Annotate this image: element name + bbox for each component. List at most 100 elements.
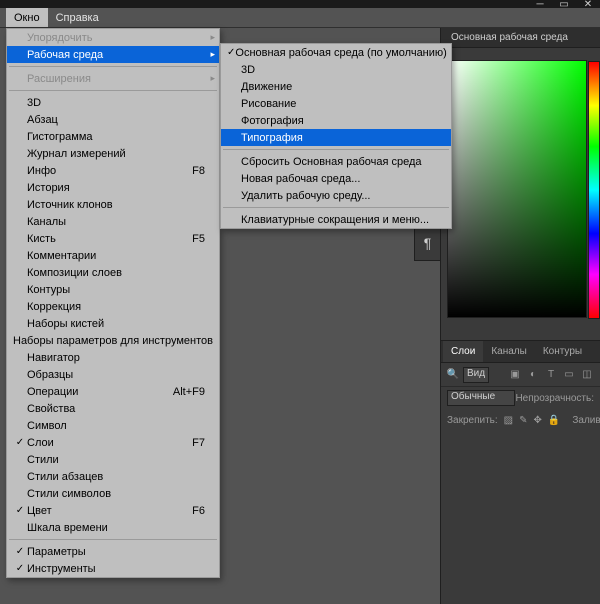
menu-item[interactable]: Стили абзацев	[7, 468, 219, 485]
check-icon: ✓	[13, 505, 27, 516]
lock-label: Закрепить:	[447, 415, 498, 426]
menu-item-label: Коррекция	[27, 301, 197, 313]
workspace-switcher[interactable]: Основная рабочая среда	[447, 28, 572, 47]
right-panels: Основная рабочая среда Слои Каналы Конту…	[440, 28, 600, 604]
menu-item-label: Параметры	[27, 546, 205, 558]
menu-item-label: Кисть	[27, 233, 184, 245]
menu-item[interactable]: История	[7, 179, 219, 196]
menu-item-label: Наборы кистей	[27, 318, 197, 330]
chevron-right-icon: ▸	[210, 49, 215, 60]
lock-all-icon[interactable]: 🔒	[548, 413, 560, 427]
lock-pixels-icon[interactable]: ▨	[504, 413, 513, 427]
paragraph-panel-tab[interactable]: ¶	[414, 225, 440, 261]
filter-shape-icon[interactable]: ▭	[562, 368, 576, 382]
menu-item-workspace[interactable]: Рабочая среда ▸	[7, 46, 219, 63]
menu-item[interactable]: Образцы	[7, 366, 219, 383]
workspace-action[interactable]: Новая рабочая среда...	[221, 170, 451, 187]
menu-item[interactable]: Стили	[7, 451, 219, 468]
menu-item-label: Контуры	[27, 284, 197, 296]
menu-item-label: Операции	[27, 386, 165, 398]
menu-item[interactable]: Наборы параметров для инструментов	[7, 332, 219, 349]
menu-item-shortcut: F6	[192, 505, 205, 517]
menu-item[interactable]: ✓СлоиF7	[7, 434, 219, 451]
menu-item[interactable]: Стили символов	[7, 485, 219, 502]
filter-type-icon[interactable]: T	[544, 368, 558, 382]
layers-panel-tabs: Слои Каналы Контуры	[441, 341, 600, 363]
menu-item[interactable]: Кисть F5	[7, 230, 219, 247]
menu-item[interactable]: Комментарии	[7, 247, 219, 264]
opacity-label: Непрозрачность:	[515, 393, 594, 404]
color-field[interactable]	[447, 60, 587, 318]
menu-item-label: Стили абзацев	[27, 471, 197, 483]
workspace-keyboard-menu[interactable]: Клавиатурные сокращения и меню...	[221, 211, 451, 228]
menu-item-label: Композиции слоев	[27, 267, 197, 279]
menu-item[interactable]: ✓Параметры	[7, 543, 219, 560]
lock-position-icon[interactable]: ✥	[534, 413, 542, 427]
menu-item[interactable]: ✓Цвет F6	[7, 502, 219, 519]
minimize-button[interactable]: ─	[528, 0, 552, 10]
menu-item[interactable]: Контуры	[7, 281, 219, 298]
filter-adjustment-icon[interactable]: ◐	[526, 368, 540, 382]
check-icon: ✓	[13, 546, 27, 557]
menu-item-label: Источник клонов	[27, 199, 197, 211]
check-icon: ✓	[13, 563, 27, 574]
menu-item[interactable]: Навигатор	[7, 349, 219, 366]
maximize-button[interactable]: ▭	[552, 0, 576, 10]
blend-mode-select[interactable]: Обычные	[447, 390, 515, 406]
menu-item-label: Движение	[241, 81, 437, 93]
menu-item-arrange[interactable]: Упорядочить ▸	[7, 29, 219, 46]
workspace-item[interactable]: 3D	[221, 61, 451, 78]
filter-smart-icon[interactable]: ◫	[580, 368, 594, 382]
fill-label: Заливка:	[572, 415, 600, 426]
filter-image-icon[interactable]: ▣	[508, 368, 522, 382]
menu-item-label: Рабочая среда	[27, 49, 205, 61]
workspace-item[interactable]: Фотография	[221, 112, 451, 129]
menu-item-label: История	[27, 182, 197, 194]
menu-item[interactable]: Шкала времени	[7, 519, 219, 536]
menu-item-shortcut: F5	[192, 233, 205, 245]
menu-item[interactable]: Коррекция	[7, 298, 219, 315]
workspace-item[interactable]: Типография	[221, 129, 451, 146]
menu-item-label: Цвет	[27, 505, 184, 517]
menu-item-shortcut: F7	[192, 437, 205, 449]
menu-item-label: Комментарии	[27, 250, 197, 262]
menu-help[interactable]: Справка	[48, 8, 107, 27]
menu-item-label: Журнал измерений	[27, 148, 197, 160]
workspace-item[interactable]: ✓Основная рабочая среда (по умолчанию)	[221, 44, 451, 61]
menu-item[interactable]: 3D	[7, 94, 219, 111]
menu-item[interactable]: Символ	[7, 417, 219, 434]
menu-item[interactable]: Композиции слоев	[7, 264, 219, 281]
menu-item[interactable]: Источник клонов	[7, 196, 219, 213]
workspace-submenu: ✓Основная рабочая среда (по умолчанию)3D…	[220, 43, 452, 229]
layer-filter-select[interactable]: Вид	[463, 367, 489, 383]
check-icon: ✓	[227, 47, 235, 58]
menu-item[interactable]: Журнал измерений	[7, 145, 219, 162]
tab-layers[interactable]: Слои	[443, 341, 483, 362]
workspace-action[interactable]: Сбросить Основная рабочая среда	[221, 153, 451, 170]
menu-item[interactable]: ✓Инструменты	[7, 560, 219, 577]
window-controls: ─ ▭ ✕	[528, 0, 600, 10]
lock-brush-icon[interactable]: ✎	[519, 413, 527, 427]
workspace-item[interactable]: Движение	[221, 78, 451, 95]
menu-item[interactable]: Каналы	[7, 213, 219, 230]
menu-window[interactable]: Окно	[6, 8, 48, 27]
workspace-action[interactable]: Удалить рабочую среду...	[221, 187, 451, 204]
close-button[interactable]: ✕	[576, 0, 600, 10]
workspace-switcher-bar: Основная рабочая среда	[441, 28, 600, 48]
hue-slider[interactable]	[588, 61, 600, 319]
menu-item-extensions[interactable]: Расширения ▸	[7, 70, 219, 87]
menu-item-label: Клавиатурные сокращения и меню...	[241, 214, 437, 226]
menu-item[interactable]: Операции Alt+F9	[7, 383, 219, 400]
workspace-item[interactable]: Рисование	[221, 95, 451, 112]
menu-item-shortcut: Alt+F9	[173, 386, 205, 398]
menu-item-label: Основная рабочая среда (по умолчанию)	[235, 47, 446, 59]
tab-channels[interactable]: Каналы	[483, 341, 535, 362]
menu-item[interactable]: Свойства	[7, 400, 219, 417]
menu-item[interactable]: ИнфоF8	[7, 162, 219, 179]
tab-paths[interactable]: Контуры	[535, 341, 590, 362]
menu-item[interactable]: Гистограмма	[7, 128, 219, 145]
menu-item-label: Инфо	[27, 165, 184, 177]
menu-item[interactable]: Абзац	[7, 111, 219, 128]
menu-item[interactable]: Наборы кистей	[7, 315, 219, 332]
menu-item-label: Шкала времени	[27, 522, 197, 534]
